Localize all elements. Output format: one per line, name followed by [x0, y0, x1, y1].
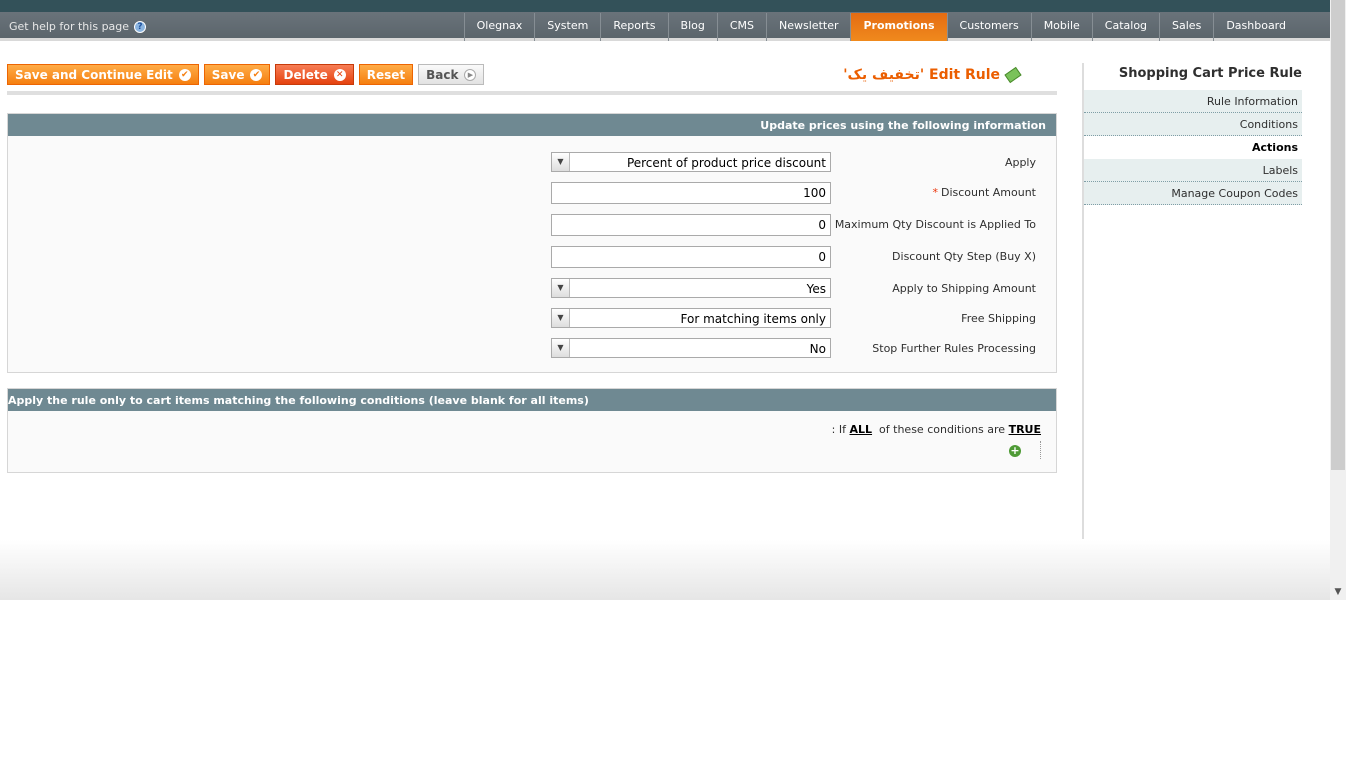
main-nav: Get help for this page? Dashboard Sales Ca…: [0, 12, 1330, 41]
back-label: Back: [426, 67, 459, 82]
close-icon: ✕: [333, 68, 346, 81]
arrow-right-icon: ▶: [464, 68, 477, 81]
delete-label: Delete: [283, 67, 328, 82]
apply-shipping-label: Apply to Shipping Amount: [892, 282, 1036, 295]
top-bar: [0, 0, 1330, 12]
apply-shipping-select[interactable]: ▼ Yes: [551, 278, 831, 298]
qty-step-input[interactable]: 0: [551, 246, 831, 268]
stop-rules-label: Stop Further Rules Processing: [872, 342, 1036, 355]
help-icon: ?: [134, 20, 147, 33]
nav-item-customers[interactable]: Customers: [946, 13, 1031, 41]
tab-actions[interactable]: Actions: [1084, 136, 1302, 159]
discount-label: * Discount Amount: [932, 186, 1036, 199]
save-continue-label: Save and Continue Edit: [15, 67, 173, 82]
save-label: Save: [211, 67, 245, 82]
back-button[interactable]: Back ▶: [418, 64, 485, 85]
conditions-header: Apply the rule only to cart items matchi…: [8, 389, 1056, 411]
page-title-text: Edit Rule 'تخفیف یک': [843, 67, 1000, 83]
chevron-down-icon[interactable]: ▼: [1330, 584, 1346, 600]
chevron-down-icon: ▼: [552, 339, 570, 357]
aggregator-toggle[interactable]: ALL: [850, 423, 873, 436]
conditions-fieldset: Apply the rule only to cart items matchi…: [7, 388, 1057, 473]
free-shipping-select[interactable]: ▼ For matching items only: [551, 308, 831, 328]
actions-header: Update prices using the following inform…: [8, 114, 1056, 136]
nav-item-system[interactable]: System: [534, 13, 600, 41]
apply-select[interactable]: ▼ Percent of product price discount: [551, 152, 831, 172]
check-icon: ✔: [250, 68, 263, 81]
stop-rules-select[interactable]: ▼ No: [551, 338, 831, 358]
check-icon: ✔: [178, 68, 191, 81]
save-and-continue-button[interactable]: Save and Continue Edit ✔: [7, 64, 199, 85]
condition-statement: : If ALL of these conditions are TRUE: [831, 423, 1041, 436]
page-title: Edit Rule 'تخفیف یک': [843, 66, 1022, 84]
apply-value: Percent of product price discount: [626, 156, 826, 170]
chevron-down-icon: ▼: [552, 153, 570, 171]
nav-item-dashboard[interactable]: Dashboard: [1213, 13, 1298, 41]
toolbar: Save and Continue Edit ✔ Save ✔ Delete ✕ Re…: [7, 64, 485, 85]
chevron-down-icon: ▼: [552, 279, 570, 297]
max-qty-input[interactable]: 0: [551, 214, 831, 236]
stop-rules-value: No: [809, 342, 826, 356]
tab-conditions[interactable]: Conditions: [1084, 113, 1302, 136]
nav-item-newsletter[interactable]: Newsletter: [766, 13, 850, 41]
admin-page: Get help for this page? Dashboard Sales Ca…: [0, 0, 1330, 600]
nav-item-sales[interactable]: Sales: [1159, 13, 1213, 41]
reset-label: Reset: [366, 67, 406, 82]
tab-labels[interactable]: Labels: [1084, 159, 1302, 182]
sidebar: Shopping Cart Price Rule Rule Informatio…: [1082, 63, 1302, 539]
scrollbar[interactable]: ▼: [1330, 0, 1346, 600]
nav-item-mobile[interactable]: Mobile: [1030, 13, 1092, 41]
nav-item-promotions[interactable]: Promotions: [850, 13, 947, 41]
nav-item-olegnax[interactable]: Olegnax: [463, 13, 535, 41]
nav-item-cms[interactable]: CMS: [716, 13, 766, 41]
qty-step-label: Discount Qty Step (Buy X): [892, 250, 1036, 263]
sidebar-title: Shopping Cart Price Rule: [1118, 66, 1302, 81]
actions-fieldset: Update prices using the following inform…: [7, 113, 1057, 373]
tab-manage-coupon-codes[interactable]: Manage Coupon Codes: [1084, 182, 1302, 205]
chevron-down-icon: ▼: [552, 309, 570, 327]
free-shipping-value: For matching items only: [680, 312, 826, 326]
nav-item-catalog[interactable]: Catalog: [1091, 13, 1159, 41]
discount-amount-input[interactable]: 100: [551, 182, 831, 204]
help-label: Get help for this page: [9, 20, 130, 33]
add-condition-icon[interactable]: +: [1009, 445, 1021, 457]
max-qty-label: Maximum Qty Discount is Applied To: [834, 218, 1036, 231]
tab-rule-information[interactable]: Rule Information: [1084, 90, 1302, 113]
scrollbar-thumb[interactable]: [1331, 0, 1345, 470]
nav-menu: Dashboard Sales Catalog Mobile Customers Prom…: [463, 13, 1298, 41]
free-shipping-label: Free Shipping: [961, 312, 1036, 325]
delete-button[interactable]: Delete ✕: [275, 64, 354, 85]
reset-button[interactable]: Reset: [358, 64, 414, 85]
apply-shipping-value: Yes: [806, 282, 826, 296]
help-link[interactable]: Get help for this page?: [9, 20, 147, 33]
nav-item-blog[interactable]: Blog: [667, 13, 717, 41]
save-button[interactable]: Save ✔: [203, 64, 271, 85]
apply-label: Apply: [1004, 156, 1036, 169]
money-icon: [1004, 66, 1022, 84]
divider: [7, 91, 1057, 95]
nav-item-reports[interactable]: Reports: [600, 13, 667, 41]
footer: [0, 540, 1330, 600]
divider: [1040, 441, 1041, 459]
value-toggle[interactable]: TRUE: [1009, 423, 1041, 436]
